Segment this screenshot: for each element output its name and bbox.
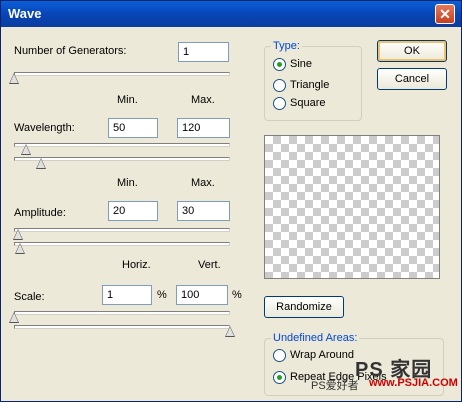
wavelength-max-slider-thumb[interactable] bbox=[36, 158, 46, 169]
dialog-title: Wave bbox=[8, 6, 42, 21]
repeat-edge-radio[interactable] bbox=[273, 371, 286, 384]
scale-vert-unit: % bbox=[232, 289, 242, 301]
scale-vert-slider-thumb[interactable] bbox=[225, 326, 235, 337]
cancel-button[interactable]: Cancel bbox=[377, 68, 447, 90]
watermark-tagline: PS爱好者 bbox=[311, 380, 359, 392]
amplitude-max-slider-thumb[interactable] bbox=[15, 243, 25, 254]
amplitude-min-header: Min. bbox=[117, 177, 138, 189]
wavelength-min-slider-track[interactable] bbox=[14, 143, 230, 147]
wrap-around-radio[interactable] bbox=[273, 349, 286, 362]
wavelength-max-slider-track[interactable] bbox=[14, 157, 230, 161]
close-icon: ✕ bbox=[439, 6, 451, 22]
wavelength-label: Wavelength: bbox=[14, 122, 75, 134]
type-square-radio[interactable] bbox=[273, 97, 286, 110]
watermark-logo: PS 家园 PS爱好者 www.PSJIA.COM bbox=[311, 353, 461, 401]
scale-horiz-header: Horiz. bbox=[122, 259, 151, 271]
watermark-url: www.PSJIA.COM bbox=[369, 377, 458, 389]
amplitude-max-header: Max. bbox=[191, 177, 215, 189]
amplitude-min-slider-thumb[interactable] bbox=[13, 229, 23, 240]
wavelength-min-slider-thumb[interactable] bbox=[21, 144, 31, 155]
scale-vert-field[interactable]: 100 bbox=[176, 285, 228, 305]
generators-label: Number of Generators: bbox=[14, 45, 127, 57]
scale-horiz-field[interactable]: 1 bbox=[102, 285, 152, 305]
scale-horiz-slider-track[interactable] bbox=[14, 311, 230, 315]
type-triangle-label[interactable]: Triangle bbox=[290, 79, 329, 91]
transparency-checkerboard bbox=[273, 144, 431, 270]
scale-vert-header: Vert. bbox=[198, 259, 221, 271]
type-triangle-radio[interactable] bbox=[273, 79, 286, 92]
title-bar[interactable]: Wave ✕ bbox=[1, 1, 461, 27]
type-sine-label[interactable]: Sine bbox=[290, 58, 312, 70]
generators-field[interactable]: 1 bbox=[178, 42, 229, 62]
amplitude-min-slider-track[interactable] bbox=[14, 228, 230, 232]
close-button[interactable]: ✕ bbox=[435, 4, 455, 24]
amplitude-max-field[interactable]: 30 bbox=[177, 201, 230, 221]
randomize-button[interactable]: Randomize bbox=[264, 296, 344, 318]
ok-button[interactable]: OK bbox=[377, 40, 447, 62]
scale-horiz-unit: % bbox=[157, 289, 167, 301]
amplitude-min-field[interactable]: 20 bbox=[108, 201, 158, 221]
amplitude-label: Amplitude: bbox=[14, 207, 66, 219]
wave-dialog: Wave ✕ Number of Generators: 1 Min. Max.… bbox=[0, 0, 462, 402]
wavelength-min-header: Min. bbox=[117, 94, 138, 106]
type-group-title: Type: bbox=[271, 40, 302, 52]
type-square-label[interactable]: Square bbox=[290, 97, 325, 109]
generators-slider-thumb[interactable] bbox=[9, 73, 19, 84]
wavelength-max-header: Max. bbox=[191, 94, 215, 106]
undefined-areas-title: Undefined Areas: bbox=[271, 332, 360, 344]
scale-label: Scale: bbox=[14, 291, 45, 303]
scale-vert-slider-track[interactable] bbox=[14, 325, 230, 329]
scale-horiz-slider-thumb[interactable] bbox=[9, 312, 19, 323]
generators-slider-track[interactable] bbox=[14, 72, 230, 76]
wavelength-min-field[interactable]: 50 bbox=[108, 118, 158, 138]
wavelength-max-field[interactable]: 120 bbox=[177, 118, 230, 138]
amplitude-max-slider-track[interactable] bbox=[14, 242, 230, 246]
preview-pane bbox=[264, 135, 440, 279]
type-sine-radio[interactable] bbox=[273, 58, 286, 71]
